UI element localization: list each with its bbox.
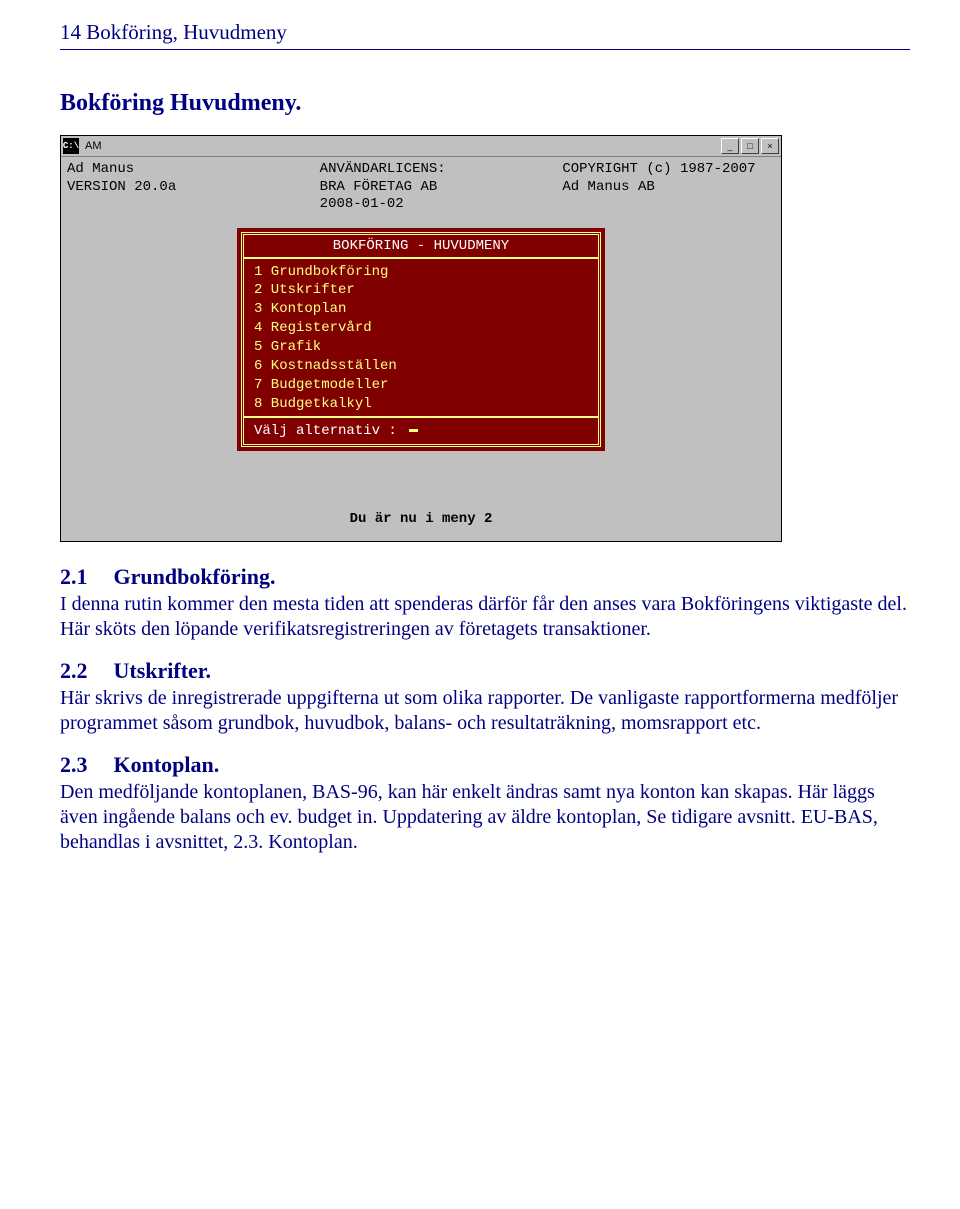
subsection-body-3: Den medföljande kontoplanen, BAS-96, kan… [60,780,910,855]
info-center-1: ANVÄNDARLICENS: [280,161,533,179]
info-right-2: Ad Manus AB [532,179,775,197]
subsection-2-1: 2.1 Grundbokföring. [60,564,910,590]
subsection-num-2: 2.2 [60,658,108,684]
subsection-title-3: Kontoplan. [114,752,220,777]
menu-item-4[interactable]: 4 Registervård [254,319,588,338]
info-center-3: 2008-01-02 [280,196,533,214]
window-controls: _ □ × [721,138,781,154]
info-row-3: 2008-01-02 [67,196,775,214]
info-left-2: VERSION 20.0a [67,179,280,197]
menu-heading: BOKFÖRING - HUVUDMENY [244,235,598,259]
subsection-2-3: 2.3 Kontoplan. [60,752,910,778]
info-center-2: BRA FÖRETAG AB [280,179,533,197]
info-right-1: COPYRIGHT (c) 1987-2007 [532,161,775,179]
subsection-2-2: 2.2 Utskrifter. [60,658,910,684]
subsection-num-3: 2.3 [60,752,108,778]
page-title: Bokföring Huvudmeny. [60,90,910,117]
subsection-title-2: Utskrifter. [114,658,212,683]
dos-body: Ad Manus ANVÄNDARLICENS: COPYRIGHT (c) 1… [61,157,781,541]
menu-prompt-label: Välj alternativ : [254,423,397,439]
window-titlebar: C:\ AM _ □ × [61,136,781,157]
menu-item-7[interactable]: 7 Budgetmodeller [254,376,588,395]
maximize-button[interactable]: □ [741,138,759,154]
window-title: AM [81,140,721,152]
menu-item-2[interactable]: 2 Utskrifter [254,281,588,300]
header-rule [60,49,910,50]
subsection-body-1: I denna rutin kommer den mesta tiden att… [60,592,910,642]
menu-item-8[interactable]: 8 Budgetkalkyl [254,395,588,414]
cursor-icon [409,429,418,432]
subsection-body-2: Här skrivs de inregistrerade uppgifterna… [60,686,910,736]
menu-item-6[interactable]: 6 Kostnadsställen [254,357,588,376]
info-left-3 [67,196,280,214]
info-row-1: Ad Manus ANVÄNDARLICENS: COPYRIGHT (c) 1… [67,161,775,179]
info-right-3 [532,196,775,214]
app-icon: C:\ [63,138,79,154]
close-button[interactable]: × [761,138,779,154]
menu-item-1[interactable]: 1 Grundbokföring [254,263,588,282]
info-left-1: Ad Manus [67,161,280,179]
menu-item-5[interactable]: 5 Grafik [254,338,588,357]
menu-item-3[interactable]: 3 Kontoplan [254,300,588,319]
minimize-button[interactable]: _ [721,138,739,154]
subsection-num-1: 2.1 [60,564,108,590]
info-row-2: VERSION 20.0a BRA FÖRETAG AB Ad Manus AB [67,179,775,197]
menu-items: 1 Grundbokföring 2 Utskrifter 3 Kontopla… [244,259,598,416]
menu-prompt[interactable]: Välj alternativ : [244,416,598,444]
page-header: 14 Bokföring, Huvudmeny [60,20,910,45]
subsection-title-1: Grundbokföring. [114,564,276,589]
menu-inner: BOKFÖRING - HUVUDMENY 1 Grundbokföring 2… [241,232,601,447]
status-line: Du är nu i meny 2 [67,461,775,535]
dos-window: C:\ AM _ □ × Ad Manus ANVÄNDARLICENS: CO… [60,135,782,542]
menu-frame: BOKFÖRING - HUVUDMENY 1 Grundbokföring 2… [237,228,605,451]
